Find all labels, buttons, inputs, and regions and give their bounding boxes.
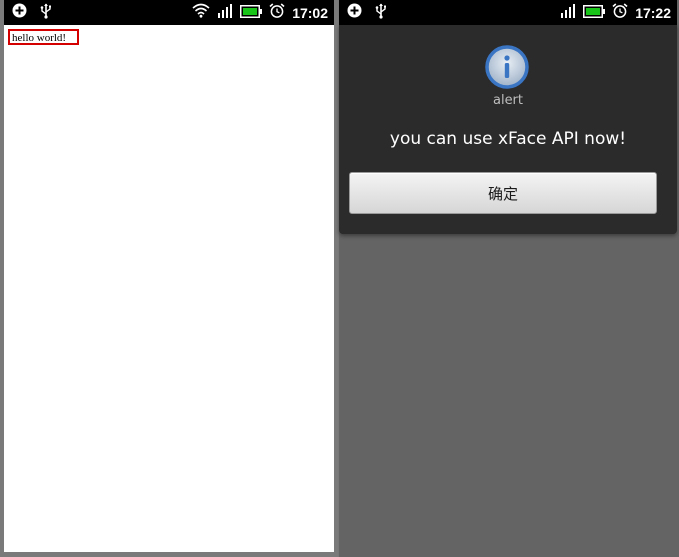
status-bar: 17:02: [4, 0, 334, 25]
clock-time: 17:22: [635, 4, 671, 21]
left-phone-screen: 17:02 hello world!: [0, 0, 338, 557]
signal-icon: [217, 3, 233, 22]
dialog-message: you can use xFace API now!: [389, 129, 627, 149]
webview-content: hello world!: [4, 25, 334, 552]
clock-time: 17:02: [292, 4, 328, 21]
status-bar: 17:22: [339, 0, 677, 25]
usb-icon: [39, 3, 53, 23]
add-circle-icon: [347, 3, 362, 22]
battery-icon: [240, 3, 263, 22]
confirm-button[interactable]: 确定: [349, 172, 657, 214]
alert-dialog: alert you can use xFace API now! 确定: [339, 25, 677, 234]
add-circle-icon: [12, 3, 27, 22]
alarm-icon: [612, 3, 628, 22]
dialog-title: alert: [492, 93, 524, 108]
signal-icon: [560, 3, 576, 22]
highlight-box: hello world!: [8, 29, 79, 45]
right-phone-screen: 17:22 alert you can use xFace API now! 确…: [339, 0, 679, 557]
usb-icon: [374, 3, 388, 23]
alarm-icon: [269, 3, 285, 22]
info-icon: [485, 45, 529, 89]
battery-icon: [583, 3, 606, 22]
hello-text: hello world!: [12, 32, 67, 44]
wifi-icon: [192, 3, 210, 22]
